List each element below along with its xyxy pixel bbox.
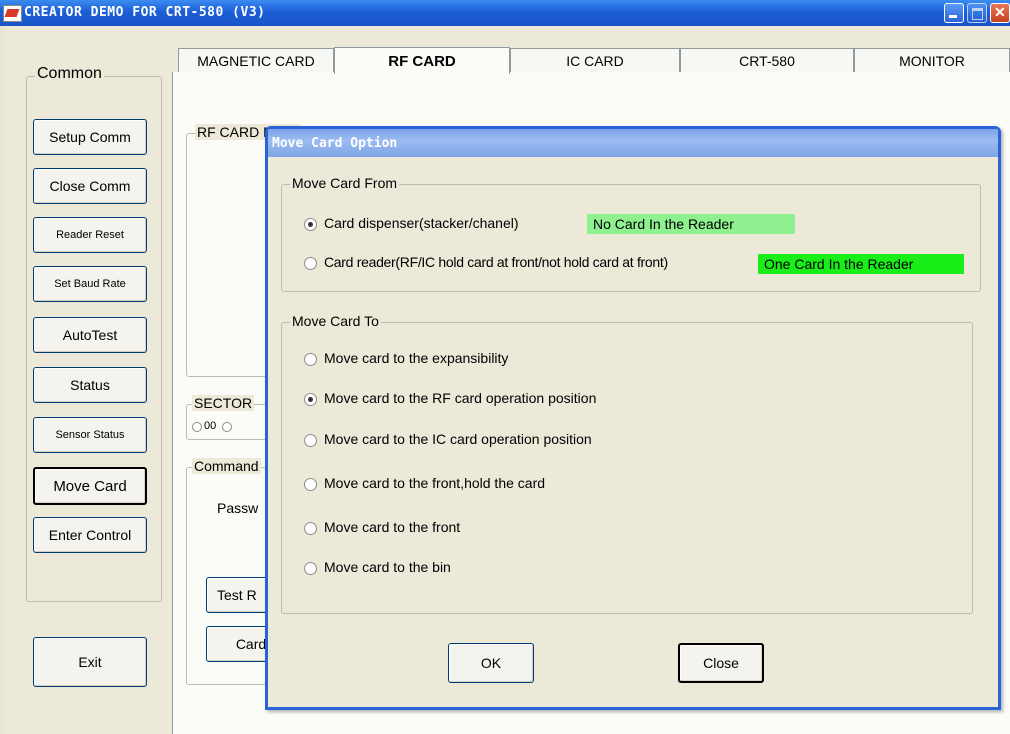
dispenser-status-indicator: No Card In the Reader <box>587 214 795 234</box>
ok-button[interactable]: OK <box>448 643 534 683</box>
to-front-radio[interactable] <box>304 522 317 535</box>
to-rf-position-radio[interactable] <box>304 393 317 406</box>
tab-magnetic-card[interactable]: MAGNETIC CARD <box>178 48 334 72</box>
tab-ic-card[interactable]: IC CARD <box>510 48 680 72</box>
to-rf-position-label[interactable]: Move card to the RF card operation posit… <box>324 390 596 406</box>
minimize-button[interactable] <box>944 3 964 23</box>
move-card-from-label: Move Card From <box>290 175 400 191</box>
move-card-to-label: Move Card To <box>290 313 381 329</box>
move-card-dialog: Move Card Option Move Card From Card dis… <box>265 126 1001 710</box>
move-card-button[interactable]: Move Card <box>33 467 147 505</box>
to-expansibility-radio[interactable] <box>304 353 317 366</box>
sector-radio-00[interactable] <box>192 422 202 432</box>
to-bin-radio[interactable] <box>304 562 317 575</box>
move-card-from-group: Move Card From <box>281 175 981 292</box>
common-group-label: Common <box>35 65 104 83</box>
dialog-title-bar: Move Card Option <box>268 129 998 157</box>
status-button[interactable]: Status <box>33 367 147 403</box>
from-dispenser-radio[interactable] <box>304 218 317 231</box>
title-bar: CREATOR DEMO FOR CRT-580 (V3) <box>0 0 1010 26</box>
exit-button[interactable]: Exit <box>33 637 147 687</box>
window-title: CREATOR DEMO FOR CRT-580 (V3) <box>24 5 266 20</box>
to-bin-label[interactable]: Move card to the bin <box>324 559 451 575</box>
to-front-label[interactable]: Move card to the front <box>324 519 460 535</box>
dialog-title: Move Card Option <box>272 136 398 151</box>
reader-status-indicator: One Card In the Reader <box>758 254 964 274</box>
setup-comm-button[interactable]: Setup Comm <box>33 119 147 155</box>
app-icon <box>3 5 22 22</box>
dialog-close-button[interactable]: Close <box>678 643 764 683</box>
tab-crt-580[interactable]: CRT-580 <box>680 48 854 72</box>
maximize-button[interactable] <box>967 3 987 23</box>
sector-label: SECTOR <box>192 395 255 411</box>
from-dispenser-label[interactable]: Card dispenser(stacker/chanel) <box>324 215 519 231</box>
close-window-button[interactable] <box>990 3 1010 23</box>
sector-option-00: 00 <box>204 420 217 432</box>
from-reader-label[interactable]: Card reader(RF/IC hold card at front/not… <box>324 254 668 270</box>
to-front-hold-radio[interactable] <box>304 478 317 491</box>
command-label: Command <box>192 458 261 474</box>
close-comm-button[interactable]: Close Comm <box>33 168 147 204</box>
to-expansibility-label[interactable]: Move card to the expansibility <box>324 350 508 366</box>
password-label: Passw <box>217 500 259 516</box>
to-front-hold-label[interactable]: Move card to the front,hold the card <box>324 475 545 491</box>
from-reader-radio[interactable] <box>304 257 317 270</box>
enter-control-button[interactable]: Enter Control <box>33 517 147 553</box>
tab-rf-card[interactable]: RF CARD <box>334 47 510 74</box>
autotest-button[interactable]: AutoTest <box>33 317 147 353</box>
window-frame <box>0 26 4 734</box>
to-ic-position-label[interactable]: Move card to the IC card operation posit… <box>324 431 592 447</box>
sensor-status-button[interactable]: Sensor Status <box>33 417 147 453</box>
tab-monitor[interactable]: MONITOR <box>854 48 1010 72</box>
set-baud-rate-button[interactable]: Set Baud Rate <box>33 266 147 302</box>
sector-radio-01[interactable] <box>222 422 232 432</box>
reader-reset-button[interactable]: Reader Reset <box>33 217 147 253</box>
to-ic-position-radio[interactable] <box>304 434 317 447</box>
